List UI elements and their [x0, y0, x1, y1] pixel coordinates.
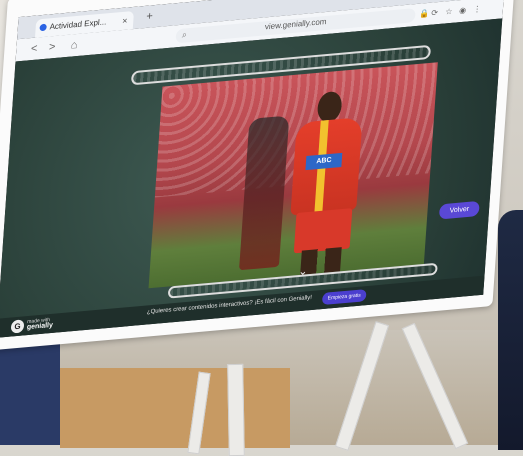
- player-figure: ABC: [276, 88, 377, 282]
- lock-icon[interactable]: 🔒: [419, 9, 430, 19]
- star-icon[interactable]: ☆: [445, 7, 453, 17]
- profile-icon[interactable]: ◉: [459, 6, 467, 16]
- home-icon[interactable]: ⌂: [66, 38, 83, 54]
- tab-title: Actividad Expl...: [49, 17, 107, 32]
- person-edge: [498, 210, 523, 450]
- brand-text: made with genially: [27, 317, 54, 331]
- tab-close-icon[interactable]: ×: [122, 11, 129, 30]
- start-free-button[interactable]: Empieza gratis: [321, 289, 367, 306]
- touchscreen-monitor: Actividad Expl... × + < > ⌂ ⌕ view.genia…: [0, 0, 523, 391]
- stand-leg: [227, 363, 245, 456]
- back-button[interactable]: <: [26, 41, 43, 57]
- screen: Actividad Expl... × + < > ⌂ ⌕ view.genia…: [0, 0, 506, 338]
- player-shorts: [293, 208, 353, 254]
- reload-icon[interactable]: ⟳: [431, 8, 438, 18]
- genially-logo-icon: G: [10, 319, 25, 334]
- back-button-volver[interactable]: Volver: [438, 200, 480, 220]
- genially-brand[interactable]: G made with genially: [10, 317, 53, 334]
- new-tab-button[interactable]: +: [141, 9, 158, 25]
- football-player-photo: ABC: [148, 62, 438, 289]
- brand-name: genially: [26, 321, 54, 332]
- monitor-bezel: Actividad Expl... × + < > ⌂ ⌕ view.genia…: [0, 0, 517, 352]
- favicon-icon: [39, 23, 47, 32]
- genially-canvas: ABC ⌄ Volver G made with genially ¿Quier…: [0, 18, 503, 338]
- forward-button[interactable]: >: [44, 39, 61, 55]
- menu-icon[interactable]: ⋮: [473, 4, 482, 14]
